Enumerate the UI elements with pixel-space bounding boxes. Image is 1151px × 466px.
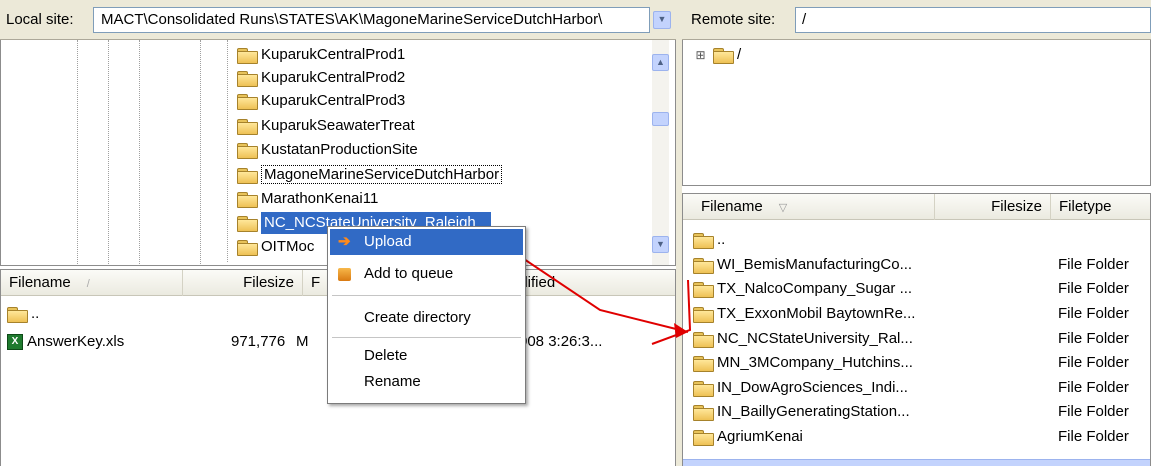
menu-separator	[332, 337, 521, 338]
menu-separator	[332, 295, 521, 296]
menu-item-delete[interactable]: Delete	[330, 343, 523, 369]
menu-item-create-directory[interactable]: Create directory	[330, 305, 523, 331]
menu-item-add-to-queue[interactable]: Add to queue	[330, 261, 523, 287]
menu-item-upload[interactable]: ➔ Upload	[330, 229, 523, 255]
annotation-arrow	[511, 250, 692, 345]
arrow-lines	[511, 250, 692, 345]
upload-arrow-icon: ➔	[338, 233, 351, 250]
menu-item-rename[interactable]: Rename	[330, 369, 523, 395]
queue-icon	[338, 268, 351, 281]
context-menu: ➔ Upload Add to queue Create directory D…	[327, 226, 526, 404]
